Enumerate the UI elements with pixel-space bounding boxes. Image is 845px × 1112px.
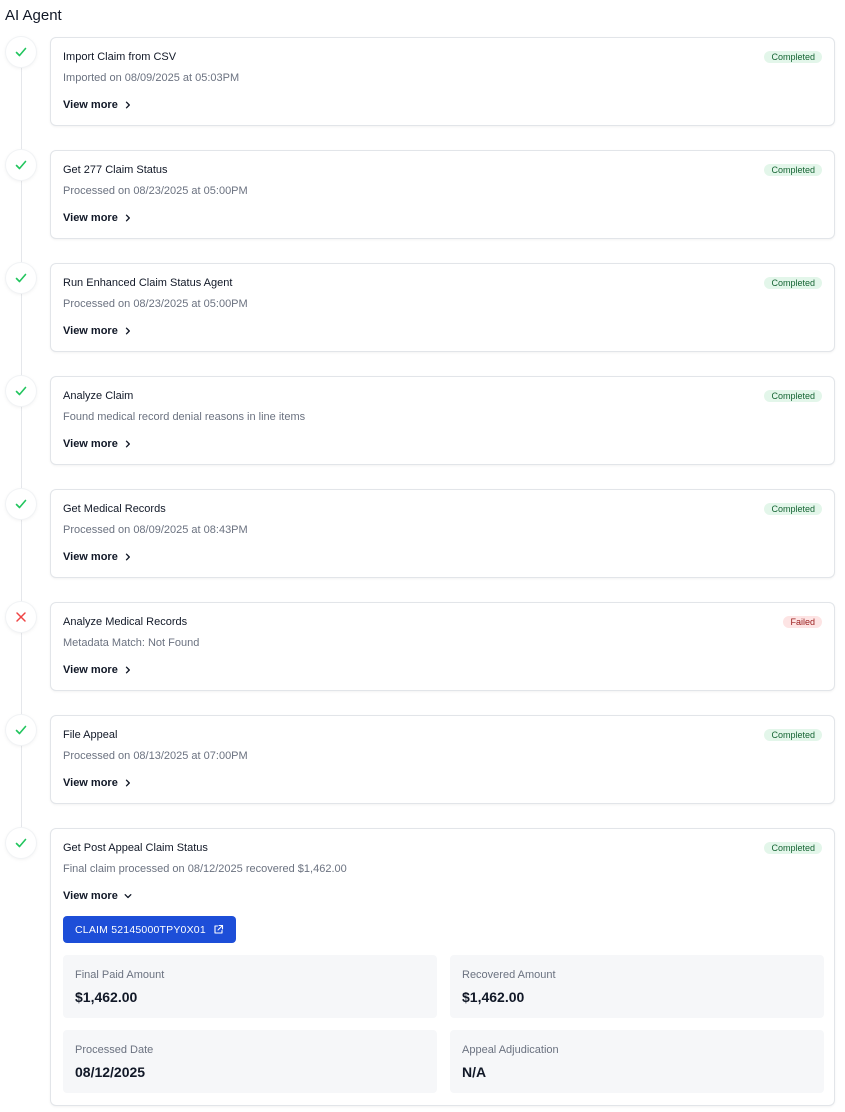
metric-value: $1,462.00 xyxy=(75,989,138,1005)
view-more-label: View more xyxy=(63,325,118,337)
check-icon xyxy=(6,376,36,406)
check-icon xyxy=(6,828,36,858)
view-more-button[interactable]: View more xyxy=(63,438,132,450)
step-subtitle: Processed on 08/13/2025 at 07:00PM xyxy=(63,750,248,762)
metric-label: Final Paid Amount xyxy=(75,969,165,981)
chevron-right-icon xyxy=(124,553,132,561)
metric-label: Recovered Amount xyxy=(462,969,556,981)
check-icon xyxy=(6,37,36,67)
step-subtitle: Final claim processed on 08/12/2025 reco… xyxy=(63,863,347,875)
status-badge: Failed xyxy=(783,616,822,628)
step-title: Get Post Appeal Claim Status xyxy=(63,842,208,854)
metric-label: Processed Date xyxy=(75,1044,154,1056)
status-badge: Completed xyxy=(764,503,822,515)
view-more-button[interactable]: View more xyxy=(63,777,132,789)
view-more-button[interactable]: View more xyxy=(63,325,132,337)
view-more-button[interactable]: View more xyxy=(63,890,132,902)
chevron-right-icon xyxy=(124,440,132,448)
status-badge: Completed xyxy=(764,51,822,63)
metric-value: $1,462.00 xyxy=(462,989,525,1005)
metric-processed-date: Processed Date 08/12/2025 xyxy=(63,1030,437,1093)
check-icon xyxy=(6,715,36,745)
step-card: Get Medical Records Completed Processed … xyxy=(50,489,835,578)
view-more-label: View more xyxy=(63,890,118,902)
metric-recovered-amount: Recovered Amount $1,462.00 xyxy=(450,955,824,1018)
step-subtitle: Imported on 08/09/2025 at 05:03PM xyxy=(63,72,240,84)
step-subtitle: Processed on 08/23/2025 at 05:00PM xyxy=(63,298,248,310)
claim-button-label: CLAIM 52145000TPY0X01 xyxy=(75,923,206,936)
step-title: Import Claim from CSV xyxy=(63,51,177,63)
metric-final-paid-amount: Final Paid Amount $1,462.00 xyxy=(63,955,437,1018)
chevron-right-icon xyxy=(124,779,132,787)
metric-value: N/A xyxy=(462,1064,487,1080)
step-title: Get Medical Records xyxy=(63,503,166,515)
metric-label: Appeal Adjudication xyxy=(462,1044,559,1056)
step-title: Analyze Medical Records xyxy=(63,616,188,628)
step-card: Analyze Medical Records Failed Metadata … xyxy=(50,602,835,691)
view-more-button[interactable]: View more xyxy=(63,664,132,676)
view-more-label: View more xyxy=(63,212,118,224)
step-subtitle: Found medical record denial reasons in l… xyxy=(63,411,306,423)
step-subtitle: Metadata Match: Not Found xyxy=(63,637,200,649)
view-more-label: View more xyxy=(63,777,118,789)
chevron-right-icon xyxy=(124,666,132,674)
step-card: Import Claim from CSV Completed Imported… xyxy=(50,37,835,126)
view-more-label: View more xyxy=(63,664,118,676)
view-more-label: View more xyxy=(63,551,118,563)
status-badge: Completed xyxy=(764,842,822,854)
check-icon xyxy=(6,263,36,293)
chevron-down-icon xyxy=(124,892,132,900)
step-card: Analyze Claim Completed Found medical re… xyxy=(50,376,835,465)
chevron-right-icon xyxy=(124,214,132,222)
step-subtitle: Processed on 08/23/2025 at 05:00PM xyxy=(63,185,248,197)
step-title: Get 277 Claim Status xyxy=(63,164,168,176)
external-link-icon xyxy=(213,924,224,935)
step-subtitle: Processed on 08/09/2025 at 08:43PM xyxy=(63,524,248,536)
claim-link-button[interactable]: CLAIM 52145000TPY0X01 xyxy=(63,916,236,943)
page-title: AI Agent xyxy=(5,7,62,24)
step-title: File Appeal xyxy=(63,729,118,741)
view-more-button[interactable]: View more xyxy=(63,212,132,224)
status-badge: Completed xyxy=(764,277,822,289)
view-more-label: View more xyxy=(63,99,118,111)
status-badge: Completed xyxy=(764,729,822,741)
step-title: Run Enhanced Claim Status Agent xyxy=(63,277,233,289)
chevron-right-icon xyxy=(124,327,132,335)
status-badge: Completed xyxy=(764,390,822,402)
view-more-button[interactable]: View more xyxy=(63,551,132,563)
metric-appeal-adjudication: Appeal Adjudication N/A xyxy=(450,1030,824,1093)
view-more-label: View more xyxy=(63,438,118,450)
check-icon xyxy=(6,150,36,180)
view-more-button[interactable]: View more xyxy=(63,99,132,111)
x-icon xyxy=(6,602,36,632)
step-card: Get 277 Claim Status Completed Processed… xyxy=(50,150,835,239)
metric-value: 08/12/2025 xyxy=(75,1064,146,1080)
step-title: Analyze Claim xyxy=(63,390,134,402)
step-card: Get Post Appeal Claim Status Completed F… xyxy=(50,828,835,1106)
step-card: File Appeal Completed Processed on 08/13… xyxy=(50,715,835,804)
status-badge: Completed xyxy=(764,164,822,176)
chevron-right-icon xyxy=(124,101,132,109)
step-card: Run Enhanced Claim Status Agent Complete… xyxy=(50,263,835,352)
check-icon xyxy=(6,489,36,519)
